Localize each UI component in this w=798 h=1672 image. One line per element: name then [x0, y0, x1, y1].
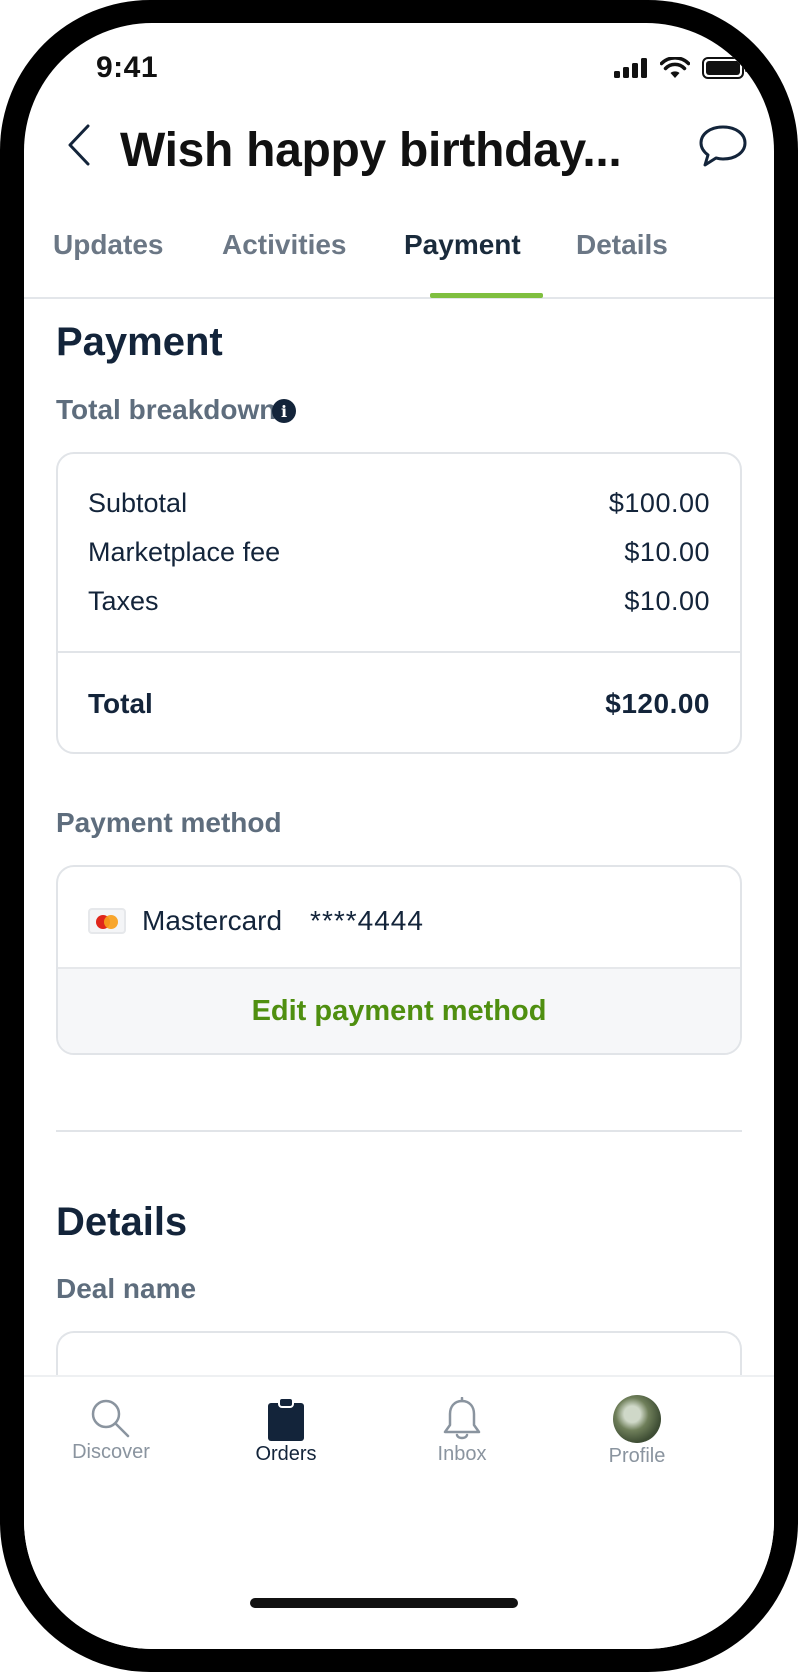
total-breakdown-label: Total breakdown: [56, 394, 277, 425]
signal-icon: [614, 58, 647, 78]
row-value: $10.00: [624, 586, 710, 616]
nav-discover[interactable]: Discover: [41, 1377, 181, 1477]
tab-payment[interactable]: Payment: [404, 229, 521, 261]
card-divider: [58, 651, 740, 653]
search-icon: [91, 1399, 130, 1438]
nav-label: Orders: [255, 1443, 317, 1465]
bell-icon: [443, 1397, 481, 1440]
chat-bubble-icon: [699, 125, 747, 167]
nav-label: Discover: [72, 1441, 150, 1463]
payment-method-label: Payment method: [56, 807, 282, 838]
mastercard-icon: [88, 908, 126, 934]
nav-orders[interactable]: Orders: [216, 1377, 356, 1477]
phone-frame: 9:41 Wish happy birthday... Updates Acti…: [0, 0, 798, 1672]
clipboard-icon: [268, 1397, 304, 1441]
payment-method-row: Mastercard ****4444: [88, 905, 424, 937]
breakdown-row-taxes: Taxes $10.00: [88, 586, 710, 617]
row-value: $10.00: [624, 537, 710, 567]
row-label: Subtotal: [88, 488, 188, 518]
payment-method-card: Mastercard ****4444 Edit payment method: [56, 865, 742, 1055]
nav-inbox[interactable]: Inbox: [392, 1377, 532, 1477]
total-label: Total: [88, 688, 153, 719]
breakdown-row-total: Total $120.00: [88, 688, 710, 720]
wifi-icon: [660, 57, 690, 78]
row-label: Marketplace fee: [88, 537, 281, 567]
card-number: ****4444: [310, 905, 424, 936]
deal-name-label: Deal name: [56, 1273, 197, 1304]
edit-payment-method-button[interactable]: Edit payment method: [252, 995, 547, 1028]
screen: 9:41 Wish happy birthday... Updates Acti…: [24, 23, 774, 1649]
tab-updates[interactable]: Updates: [53, 229, 163, 261]
avatar: [613, 1395, 661, 1443]
chevron-left-icon: [68, 124, 90, 166]
chat-button[interactable]: [696, 121, 750, 171]
nav-profile[interactable]: Profile: [567, 1377, 707, 1477]
active-tab-indicator: [430, 293, 543, 298]
breakdown-row-subtotal: Subtotal $100.00: [88, 488, 710, 519]
tab-activities[interactable]: Activities: [222, 229, 347, 261]
breakdown-card: Subtotal $100.00 Marketplace fee $10.00 …: [56, 452, 742, 754]
total-value: $120.00: [605, 688, 710, 719]
payment-heading: Payment: [56, 320, 223, 364]
edit-payment-area[interactable]: Edit payment method: [58, 967, 740, 1053]
back-button[interactable]: [54, 115, 104, 175]
tab-bar: Updates Activities Payment Details: [24, 219, 774, 299]
nav-label: Inbox: [437, 1443, 487, 1465]
breakdown-row-marketplace-fee: Marketplace fee $10.00: [88, 537, 710, 568]
status-icons: [614, 57, 748, 79]
details-heading: Details: [56, 1200, 188, 1244]
section-divider: [56, 1130, 742, 1132]
row-label: Taxes: [88, 586, 159, 616]
tab-details[interactable]: Details: [576, 229, 668, 261]
home-indicator: [250, 1598, 518, 1608]
info-icon[interactable]: i: [272, 399, 296, 423]
card-brand: Mastercard: [142, 905, 283, 936]
row-value: $100.00: [608, 488, 710, 518]
page-title: Wish happy birthday...: [120, 124, 622, 177]
status-time: 9:41: [96, 51, 159, 84]
nav-label: Profile: [608, 1445, 666, 1467]
battery-icon: [702, 57, 748, 79]
